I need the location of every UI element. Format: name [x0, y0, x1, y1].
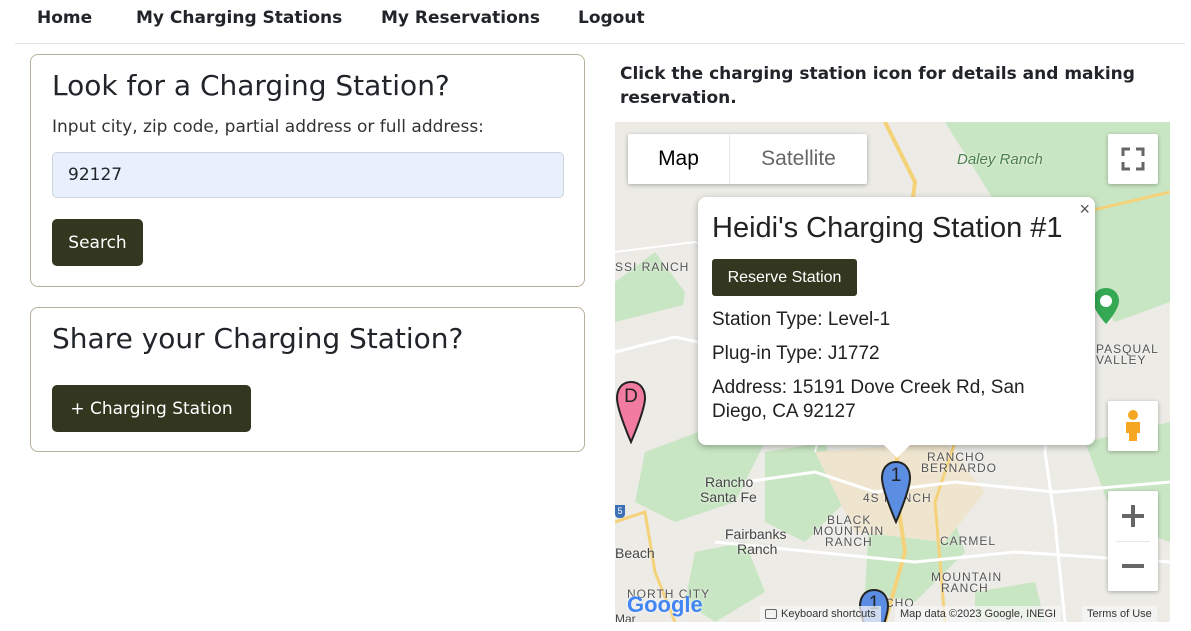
search-label: Input city, zip code, partial address or…: [52, 117, 484, 137]
zoom-in-button[interactable]: [1108, 491, 1158, 541]
map-type-map-button[interactable]: Map: [628, 134, 729, 184]
nav-logout-link[interactable]: Logout: [578, 8, 645, 28]
station-marker-d[interactable]: D: [615, 380, 647, 444]
search-card-title: Look for a Charging Station?: [52, 69, 450, 102]
interstate-shield-icon: 5: [615, 505, 625, 518]
reserve-station-button[interactable]: Reserve Station: [712, 259, 857, 296]
station-info-title: Heidi's Charging Station #1: [712, 212, 1063, 244]
station-type-text: Station Type: Level-1: [712, 309, 891, 330]
add-charging-station-button[interactable]: + Charging Station: [52, 385, 251, 432]
share-card: Share your Charging Station? + Charging …: [30, 307, 585, 452]
keyboard-shortcuts-link[interactable]: Keyboard shortcuts: [760, 606, 881, 622]
nav-my-charging-stations-link[interactable]: My Charging Stations: [136, 8, 342, 28]
place-label-fairbanks-line1: Fairbanks: [725, 526, 787, 542]
station-info-window: Heidi's Charging Station #1 Reserve Stat…: [698, 197, 1095, 458]
place-label-fairbanks-line2: Ranch: [737, 541, 778, 557]
station-marker-1-label: 1: [890, 465, 902, 486]
map-type-satellite-button[interactable]: Satellite: [729, 134, 867, 184]
plug-type-text: Plug-in Type: J1772: [712, 343, 880, 364]
map-instructions: Click the charging station icon for deta…: [620, 64, 1135, 108]
place-label-daley-ranch: Daley Ranch: [957, 151, 1043, 168]
place-label-rancho-bernardo-line2: BERNARDO: [921, 461, 998, 475]
fullscreen-icon: [1121, 147, 1145, 171]
place-label-carmel-line3: RANCH: [941, 581, 989, 595]
zoom-out-button[interactable]: [1108, 541, 1158, 591]
google-logo: Google: [627, 592, 703, 617]
fullscreen-button[interactable]: [1108, 134, 1158, 184]
station-address-text: Address: 15191 Dove Creek Rd, San Diego,…: [712, 377, 1025, 422]
close-icon[interactable]: ×: [1079, 199, 1090, 220]
map-view[interactable]: Daley Ranch SSI RANCH PASQUAL VALLEY RAN…: [615, 122, 1170, 622]
map-data-attribution: Map data ©2023 Google, INEGI: [895, 606, 1062, 622]
place-label-carmel-line1: CARMEL: [940, 534, 997, 548]
top-navbar: Home My Charging Stations My Reservation…: [15, 0, 1185, 44]
keyboard-shortcuts-label: Keyboard shortcuts: [781, 608, 876, 620]
street-view-pegman-button[interactable]: [1108, 401, 1158, 451]
park-pin-icon: [1093, 288, 1119, 324]
pegman-icon: [1126, 410, 1140, 441]
place-label-black-mountain-line3: RANCH: [825, 535, 873, 549]
search-input[interactable]: [52, 152, 564, 198]
place-label-rancho-santa-fe-line2: Santa Fe: [700, 489, 757, 505]
share-card-title: Share your Charging Station?: [52, 322, 464, 355]
minus-icon: [1122, 564, 1144, 568]
map-type-control: Map Satellite: [628, 134, 867, 184]
terms-of-use-link[interactable]: Terms of Use: [1082, 606, 1157, 622]
place-label-ssi-ranch: SSI RANCH: [615, 260, 690, 274]
station-marker-d-label: D: [624, 386, 638, 407]
place-label-rancho-santa-fe-line1: Rancho: [705, 474, 754, 490]
search-button[interactable]: Search: [52, 219, 143, 266]
place-label-valley: VALLEY: [1096, 353, 1147, 367]
plus-icon: [1122, 505, 1144, 527]
search-card: Look for a Charging Station? Input city,…: [30, 54, 585, 287]
place-label-beach: Beach: [615, 545, 655, 561]
keyboard-icon: [765, 609, 777, 619]
nav-home-link[interactable]: Home: [37, 8, 92, 28]
nav-my-reservations-link[interactable]: My Reservations: [381, 8, 540, 28]
zoom-control: [1108, 491, 1158, 591]
station-marker-1[interactable]: 1: [880, 460, 912, 524]
